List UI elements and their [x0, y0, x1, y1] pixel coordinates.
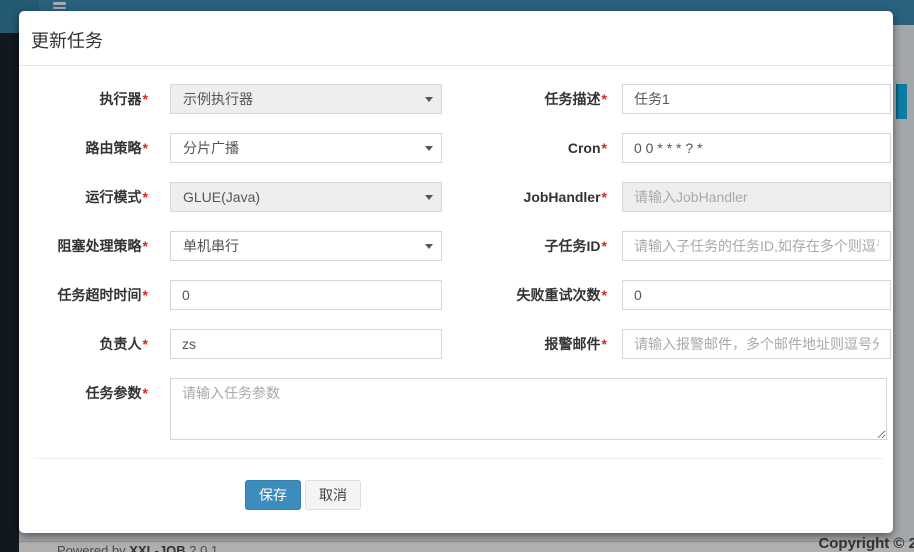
required-asterisk: * — [143, 336, 148, 352]
glue-type-select[interactable]: GLUE(Java) — [170, 182, 442, 212]
field-label-alarm-email: 报警邮件* — [442, 329, 622, 359]
modal-header: 更新任务 — [19, 11, 893, 66]
form-row: 阻塞处理策略* 单机串行 子任务ID* — [19, 231, 893, 261]
caret-down-icon — [425, 97, 433, 102]
select-value: GLUE(Java) — [183, 189, 260, 205]
brand-text: XXL-JOB — [129, 543, 185, 552]
save-button[interactable]: 保存 — [245, 480, 301, 510]
field-label-timeout: 任务超时时间* — [19, 280, 170, 310]
job-handler-input[interactable] — [622, 182, 891, 212]
caret-down-icon — [425, 244, 433, 249]
job-desc-input[interactable] — [622, 84, 891, 114]
field-label-block-strategy: 阻塞处理策略* — [19, 231, 170, 261]
modal-body: 执行器* 示例执行器 任务描述* 路由策略* 分片广播 Cron* 运行模式* — [19, 66, 893, 510]
cancel-button[interactable]: 取消 — [305, 480, 361, 510]
route-strategy-select[interactable]: 分片广播 — [170, 133, 442, 163]
caret-down-icon — [425, 146, 433, 151]
fail-retry-input[interactable] — [622, 280, 891, 310]
timeout-input[interactable] — [170, 280, 442, 310]
form-row: 负责人* 报警邮件* — [19, 329, 893, 359]
field-label-cron: Cron* — [442, 133, 622, 163]
form-row: 执行器* 示例执行器 任务描述* — [19, 84, 893, 114]
hamburger-icon — [53, 2, 66, 5]
form-row: 运行模式* GLUE(Java) JobHandler* — [19, 182, 893, 212]
form-row: 任务参数* — [19, 378, 893, 440]
select-value: 示例执行器 — [183, 91, 253, 107]
required-asterisk: * — [602, 238, 607, 254]
cron-input[interactable] — [622, 133, 891, 163]
required-asterisk: * — [602, 189, 607, 205]
copyright-text: Copyright © 2 — [818, 535, 914, 552]
required-asterisk: * — [602, 140, 607, 156]
collapsed-sidebar — [0, 33, 19, 552]
author-input[interactable] — [170, 329, 442, 359]
form-row: 任务超时时间* 失败重试次数* — [19, 280, 893, 310]
executor-select[interactable]: 示例执行器 — [170, 84, 442, 114]
field-label-route-strategy: 路由策略* — [19, 133, 170, 163]
required-asterisk: * — [143, 238, 148, 254]
field-label-executor: 执行器* — [19, 84, 170, 114]
required-asterisk: * — [143, 91, 148, 107]
form-row: 路由策略* 分片广播 Cron* — [19, 133, 893, 163]
caret-down-icon — [425, 195, 433, 200]
field-label-author: 负责人* — [19, 329, 170, 359]
hamburger-icon — [53, 7, 66, 10]
update-task-modal: 更新任务 执行器* 示例执行器 任务描述* 路由策略* 分片广播 Cron* — [19, 11, 893, 533]
field-label-job-param: 任务参数* — [19, 378, 170, 408]
child-jobid-input[interactable] — [622, 231, 891, 261]
block-strategy-select[interactable]: 单机串行 — [170, 231, 442, 261]
screen: Powered by XXL-JOB 2.0.1 Copyright © 2 更… — [0, 0, 914, 552]
required-asterisk: * — [602, 287, 607, 303]
field-label-fail-retry: 失败重试次数* — [442, 280, 622, 310]
field-label-job-handler: JobHandler* — [442, 182, 622, 212]
job-param-textarea[interactable] — [170, 378, 887, 440]
required-asterisk: * — [143, 189, 148, 205]
powered-by-text: Powered by XXL-JOB 2.0.1 — [57, 543, 218, 552]
required-asterisk: * — [143, 385, 148, 401]
select-value: 分片广播 — [183, 140, 239, 156]
field-label-job-desc: 任务描述* — [442, 84, 622, 114]
required-asterisk: * — [143, 140, 148, 156]
required-asterisk: * — [602, 336, 607, 352]
form-divider — [34, 458, 883, 459]
occluded-page-button — [896, 84, 907, 119]
field-label-glue-type: 运行模式* — [19, 182, 170, 212]
select-value: 单机串行 — [183, 238, 239, 254]
button-row: 保存 取消 — [245, 480, 893, 510]
field-label-child-jobid: 子任务ID* — [442, 231, 622, 261]
required-asterisk: * — [602, 91, 607, 107]
required-asterisk: * — [143, 287, 148, 303]
alarm-email-input[interactable] — [622, 329, 891, 359]
modal-title: 更新任务 — [31, 31, 103, 51]
